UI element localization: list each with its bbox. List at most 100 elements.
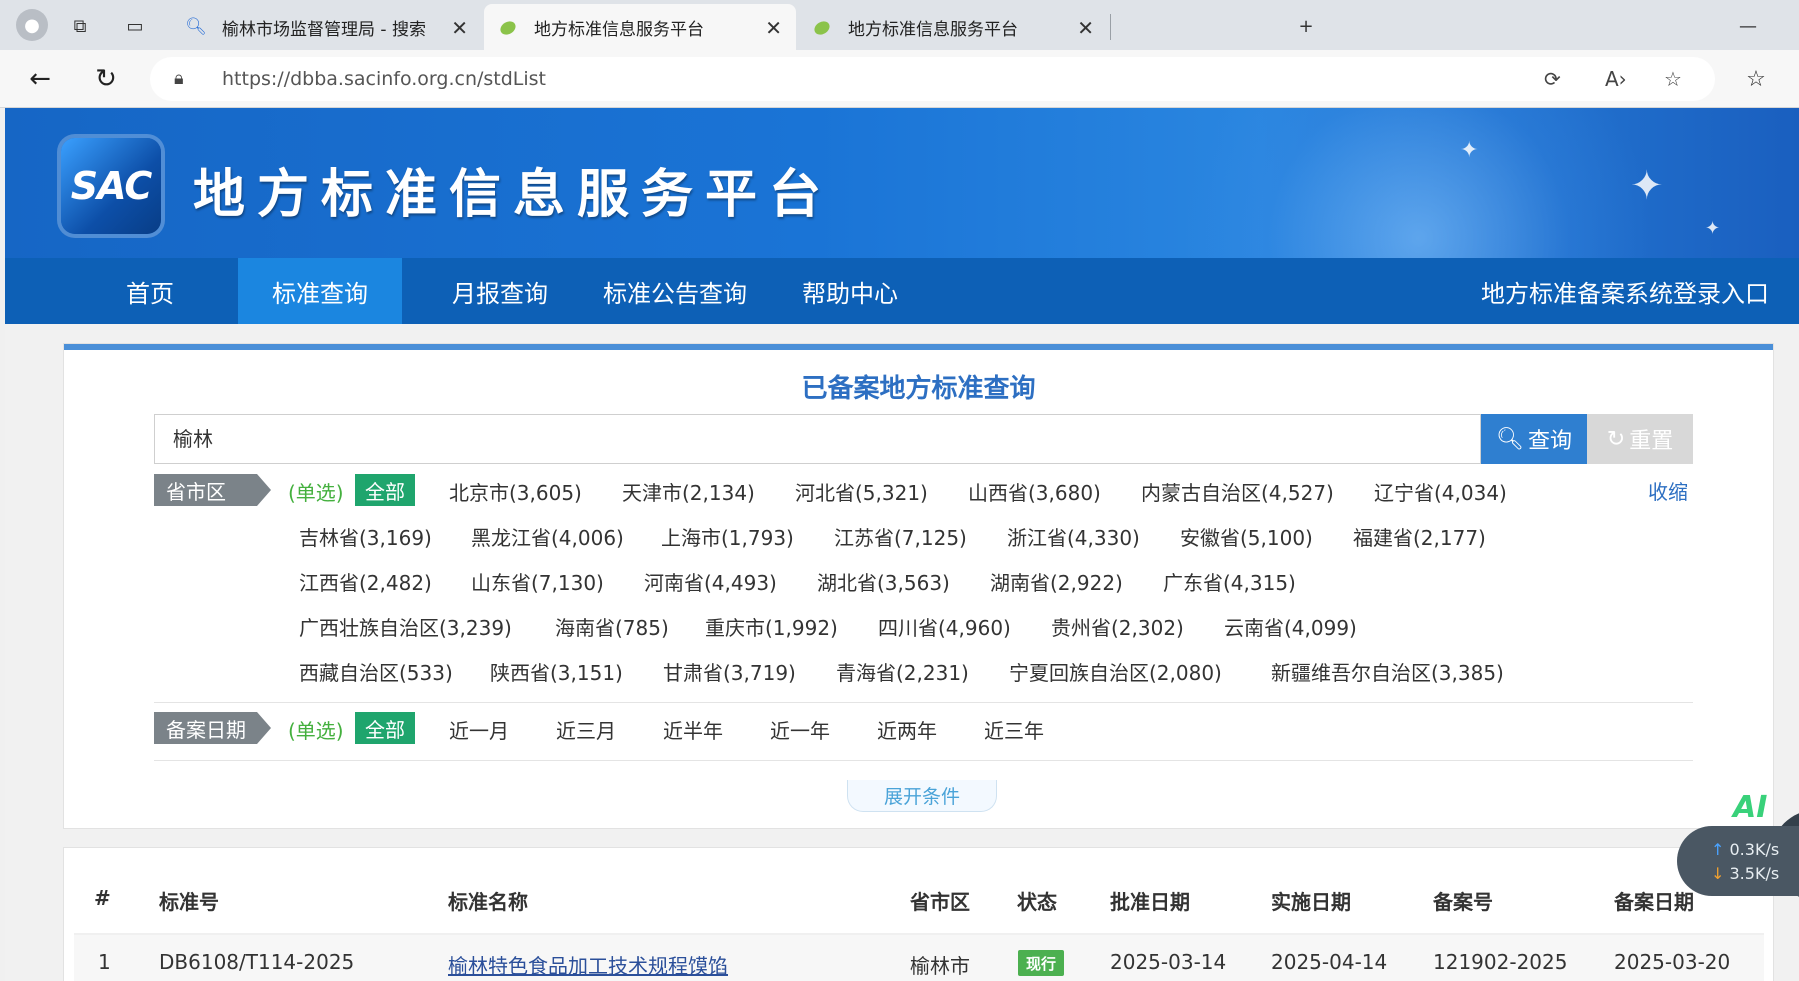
sparkle-icon: ✦	[1705, 218, 1721, 239]
favorites-icon[interactable]: ☆	[1740, 63, 1772, 95]
date-option[interactable]: 近三年	[984, 715, 1044, 744]
single-select-hint: (单选)	[288, 481, 344, 505]
date-all-chip[interactable]: 全部	[355, 712, 415, 744]
close-tab-icon[interactable]: ✕	[765, 16, 782, 40]
province-option[interactable]: 吉林省(3,169)	[299, 522, 432, 551]
minimize-window-button[interactable]: —	[1734, 12, 1762, 40]
province-option[interactable]: 河南省(4,493)	[644, 567, 777, 596]
favorite-star-icon[interactable]: ☆	[1664, 67, 1682, 91]
new-tab-button[interactable]: +	[1292, 12, 1320, 40]
close-tab-icon[interactable]: ✕	[451, 16, 468, 40]
province-option[interactable]: 贵州省(2,302)	[1051, 612, 1184, 641]
tab-title: 榆林市场监督管理局 - 搜索	[222, 19, 426, 40]
province-option[interactable]: 湖北省(3,563)	[817, 567, 950, 596]
tab-search-results[interactable]: 🔍︎ 榆林市场监督管理局 - 搜索 ✕	[172, 4, 482, 50]
province-option[interactable]: 福建省(2,177)	[1353, 522, 1486, 551]
cell-index: 1	[98, 950, 111, 974]
column-header-std-no[interactable]: 标准号	[159, 886, 219, 915]
province-option[interactable]: 河北省(5,321)	[795, 477, 928, 506]
column-header-record-date[interactable]: 备案日期	[1614, 886, 1694, 915]
province-option[interactable]: 青海省(2,231)	[836, 657, 969, 686]
column-header-record-no[interactable]: 备案号	[1433, 886, 1493, 915]
read-aloud-icon[interactable]: A›	[1605, 67, 1627, 91]
nav-help-center[interactable]: 帮助中心	[775, 258, 925, 324]
province-option[interactable]: 西藏自治区(533)	[299, 657, 453, 686]
site-title: 地方标准信息服务平台	[193, 164, 834, 225]
column-header-name[interactable]: 标准名称	[448, 886, 528, 915]
reload-icon[interactable]: ↻	[90, 63, 122, 95]
nav-home[interactable]: 首页	[75, 258, 225, 324]
record-system-login-link[interactable]: 地方标准备案系统登录入口	[1481, 258, 1769, 324]
province-all-chip[interactable]: 全部	[355, 474, 415, 506]
network-speed-widget[interactable]: ↑ 0.3K/s ↓ 3.5K/s	[1677, 826, 1799, 896]
reset-button[interactable]: ↻ 重置	[1587, 414, 1693, 464]
province-option[interactable]: 广西壮族自治区(3,239)	[299, 612, 512, 641]
province-option[interactable]: 江西省(2,482)	[299, 567, 432, 596]
province-option[interactable]: 浙江省(4,330)	[1007, 522, 1140, 551]
workspaces-icon[interactable]: ⧉	[66, 12, 94, 40]
site-banner: ✦ ✦ ✦ SAC 地方标准信息服务平台	[5, 108, 1799, 258]
search-input[interactable]: 榆林	[154, 414, 1481, 464]
date-option[interactable]: 近一年	[770, 715, 830, 744]
cell-std-no: DB6108/T114-2025	[159, 950, 355, 974]
nav-standard-query[interactable]: 标准查询	[238, 258, 402, 324]
collapse-link[interactable]: 收缩	[1648, 476, 1688, 505]
url-text: https://dbba.sacinfo.org.cn/stdList	[222, 68, 547, 90]
tab-active-platform[interactable]: 地方标准信息服务平台 ✕	[484, 4, 796, 50]
province-option[interactable]: 山西省(3,680)	[968, 477, 1101, 506]
province-option[interactable]: 新疆维吾尔自治区(3,385)	[1271, 657, 1504, 686]
province-option[interactable]: 内蒙古自治区(4,527)	[1141, 477, 1334, 506]
reset-button-label: 重置	[1629, 429, 1674, 454]
tab-actions-icon[interactable]: ▭	[121, 12, 149, 40]
results-table: # 标准号 标准名称 省市区 状态 批准日期 实施日期 备案号 备案日期 1 D…	[64, 848, 1773, 981]
province-option[interactable]: 山东省(7,130)	[471, 567, 604, 596]
tab-title: 地方标准信息服务平台	[534, 19, 704, 40]
province-option[interactable]: 北京市(3,605)	[449, 477, 582, 506]
main-nav: 首页 标准查询 月报查询 标准公告查询 帮助中心 地方标准备案系统登录入口	[5, 258, 1799, 324]
column-header-effective-date[interactable]: 实施日期	[1271, 886, 1351, 915]
download-speed-row: ↓ 3.5K/s	[1711, 862, 1799, 886]
date-option[interactable]: 近两年	[877, 715, 937, 744]
sparkle-icon: ✦	[1460, 138, 1479, 163]
tab-separator	[1110, 14, 1111, 40]
province-option[interactable]: 海南省(785)	[555, 612, 669, 641]
province-option[interactable]: 四川省(4,960)	[878, 612, 1011, 641]
url-field[interactable]: 🔒︎ https://dbba.sacinfo.org.cn/stdList ⟳…	[150, 57, 1715, 101]
province-option[interactable]: 黑龙江省(4,006)	[471, 522, 624, 551]
province-option[interactable]: 江苏省(7,125)	[834, 522, 967, 551]
province-option[interactable]: 陕西省(3,151)	[490, 657, 623, 686]
province-option[interactable]: 宁夏回族自治区(2,080)	[1009, 657, 1222, 686]
date-option[interactable]: 近三月	[556, 715, 616, 744]
province-option[interactable]: 上海市(1,793)	[661, 522, 794, 551]
nav-announcement-query[interactable]: 标准公告查询	[590, 258, 760, 324]
cell-record-date: 2025-03-20	[1614, 950, 1731, 974]
standard-name-link[interactable]: 榆林特色食品加工技术规程馍馅	[448, 950, 728, 979]
province-option[interactable]: 辽宁省(4,034)	[1374, 477, 1507, 506]
province-option[interactable]: 云南省(4,099)	[1224, 612, 1357, 641]
province-option[interactable]: 重庆市(1,992)	[705, 612, 838, 641]
column-header-approve-date[interactable]: 批准日期	[1110, 886, 1190, 915]
province-option[interactable]: 天津市(2,134)	[622, 477, 755, 506]
cell-approve-date: 2025-03-14	[1110, 950, 1227, 974]
search-icon: 🔍︎	[1496, 426, 1524, 452]
province-option[interactable]: 安徽省(5,100)	[1180, 522, 1313, 551]
expand-conditions-button[interactable]: 展开条件	[847, 780, 997, 812]
province-option[interactable]: 湖南省(2,922)	[990, 567, 1123, 596]
tab-platform-2[interactable]: 地方标准信息服务平台 ✕	[798, 4, 1108, 50]
sac-logo[interactable]: SAC	[61, 138, 161, 234]
column-header-status[interactable]: 状态	[1017, 886, 1057, 915]
province-option[interactable]: 甘肃省(3,719)	[663, 657, 796, 686]
query-button[interactable]: 🔍︎ 查询	[1481, 414, 1587, 464]
back-icon[interactable]: ←	[24, 63, 56, 95]
download-speed: 3.5K/s	[1729, 864, 1780, 883]
refresh-page-icon[interactable]: ⟳	[1544, 67, 1561, 91]
column-header-region[interactable]: 省市区	[910, 886, 970, 915]
ai-assistant-badge[interactable]: AI	[1733, 790, 1767, 825]
nav-monthly-report[interactable]: 月报查询	[425, 258, 575, 324]
close-tab-icon[interactable]: ✕	[1077, 16, 1094, 40]
province-option[interactable]: 广东省(4,315)	[1163, 567, 1296, 596]
date-option[interactable]: 近一月	[449, 715, 509, 744]
profile-avatar-icon[interactable]: ●	[16, 9, 48, 41]
date-option[interactable]: 近半年	[663, 715, 723, 744]
page-content: ✦ ✦ ✦ SAC 地方标准信息服务平台 首页 标准查询 月报查询 标准公告查询…	[5, 108, 1799, 981]
